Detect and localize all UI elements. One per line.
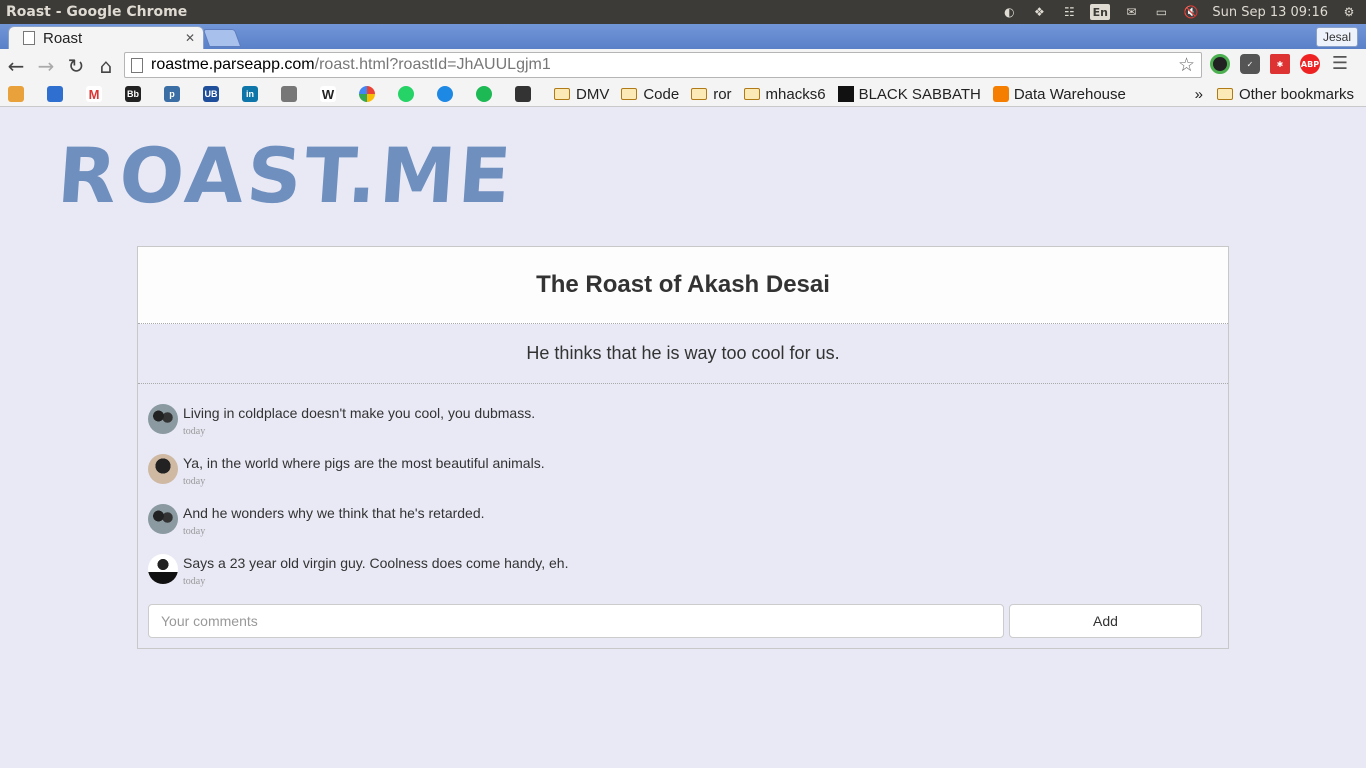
comment-time: today bbox=[183, 426, 206, 437]
roast-title: The Roast of Akash Desai bbox=[536, 271, 830, 298]
url-host: roastme.parseapp.com bbox=[151, 56, 315, 73]
add-comment-button[interactable]: Add bbox=[1009, 604, 1202, 638]
roast-header: The Roast of Akash Desai bbox=[138, 247, 1228, 324]
volume-muted-icon[interactable]: 🔇 bbox=[1182, 5, 1200, 19]
comment-text: Says a 23 year old virgin guy. Coolness … bbox=[183, 555, 569, 571]
bookmark-black-sabbath[interactable]: BLACK SABBATH bbox=[837, 86, 981, 103]
folder-icon bbox=[1216, 88, 1233, 100]
profile-button[interactable]: Jesal bbox=[1315, 27, 1358, 47]
battery-icon[interactable]: ▭ bbox=[1152, 5, 1170, 19]
comment-input[interactable] bbox=[148, 604, 1004, 638]
window-title: Roast - Google Chrome bbox=[6, 4, 188, 20]
adblock-extension-icon[interactable]: ABP bbox=[1300, 54, 1320, 74]
apps-bookmark-icon[interactable] bbox=[8, 86, 24, 102]
os-top-bar: Roast - Google Chrome ◐ ❖ ☷ En ✉ ▭ 🔇 Sun… bbox=[0, 0, 1366, 24]
wifi-icon[interactable]: ☷ bbox=[1060, 5, 1078, 19]
tab-label: Roast bbox=[43, 29, 83, 47]
black-sabbath-icon bbox=[837, 86, 854, 102]
tab-strip: Roast ✕ Jesal bbox=[0, 24, 1366, 49]
bookmark-folder-code[interactable]: Code bbox=[621, 86, 679, 103]
avatar bbox=[148, 504, 178, 534]
forward-button[interactable]: → bbox=[32, 52, 60, 80]
comment-item: Living in coldplace doesn't make you coo… bbox=[148, 404, 1218, 454]
back-button[interactable]: ← bbox=[2, 52, 30, 80]
blackboard-bookmark-icon[interactable]: Bb bbox=[125, 86, 141, 102]
dropbox-icon[interactable]: ❖ bbox=[1030, 5, 1048, 19]
bookmark-star-icon[interactable]: ☆ bbox=[1178, 54, 1195, 77]
comment-item: And he wonders why we think that he's re… bbox=[148, 504, 1218, 554]
whatsapp-bookmark-icon[interactable] bbox=[398, 86, 414, 102]
messenger-bookmark-icon[interactable] bbox=[437, 86, 453, 102]
comment-text: And he wonders why we think that he's re… bbox=[183, 505, 485, 521]
close-icon[interactable]: ✕ bbox=[185, 31, 195, 45]
blogger-icon bbox=[992, 86, 1009, 102]
mail-icon[interactable]: ✉ bbox=[1122, 5, 1140, 19]
folder-icon bbox=[621, 88, 638, 100]
extensions: ✓ ✱ ABP ☰ bbox=[1210, 54, 1350, 74]
clock[interactable]: Sun Sep 13 09:16 bbox=[1212, 5, 1328, 20]
menu-icon[interactable]: ☰ bbox=[1330, 54, 1350, 74]
new-tab-button[interactable] bbox=[202, 29, 242, 47]
tab-roast[interactable]: Roast ✕ bbox=[8, 26, 204, 49]
comment-form: Add bbox=[148, 604, 1202, 638]
lastpass-extension-icon[interactable]: ✱ bbox=[1270, 54, 1290, 74]
color-picker-extension-icon[interactable] bbox=[1210, 54, 1230, 74]
bookmark-folder-mhacks6[interactable]: mhacks6 bbox=[743, 86, 826, 103]
page-icon bbox=[23, 31, 35, 45]
other-bookmarks-folder[interactable]: Other bookmarks bbox=[1216, 86, 1354, 103]
folder-icon bbox=[743, 88, 760, 100]
page-content: ROAST.ME The Roast of Akash Desai He thi… bbox=[0, 108, 1366, 768]
bookmarks-bar: M Bb p UB in W DMV Code ror mhacks6 BLAC… bbox=[0, 82, 1366, 107]
linkedin-bookmark-icon[interactable]: in bbox=[242, 86, 258, 102]
roast-description: He thinks that he is way too cool for us… bbox=[138, 324, 1228, 384]
bookmark-data-warehouse[interactable]: Data Warehouse bbox=[992, 86, 1126, 103]
avatar bbox=[148, 404, 178, 434]
url-path: /roast.html?roastId=JhAUULgjm1 bbox=[314, 56, 551, 73]
comment-text: Living in coldplace doesn't make you coo… bbox=[183, 405, 536, 421]
gear-icon[interactable]: ⚙ bbox=[1340, 5, 1358, 19]
bookmark-folder-ror[interactable]: ror bbox=[691, 86, 732, 103]
more-bookmarks-chevron[interactable]: » bbox=[1195, 86, 1203, 103]
comment-time: today bbox=[183, 526, 206, 537]
wikipedia-bookmark-icon[interactable]: W bbox=[320, 86, 336, 102]
roast-card: The Roast of Akash Desai He thinks that … bbox=[137, 246, 1229, 649]
sync-icon[interactable]: ◐ bbox=[1000, 5, 1018, 19]
comment-item: Ya, in the world where pigs are the most… bbox=[148, 454, 1218, 504]
comment-text: Ya, in the world where pigs are the most… bbox=[183, 455, 545, 471]
avatar bbox=[148, 554, 178, 584]
home-button[interactable]: ⌂ bbox=[92, 52, 120, 80]
page-icon bbox=[131, 57, 143, 73]
comment-list: Living in coldplace doesn't make you coo… bbox=[138, 384, 1228, 604]
folder-icon bbox=[554, 88, 570, 100]
comment-time: today bbox=[183, 576, 206, 587]
keyboard-layout-indicator[interactable]: En bbox=[1090, 4, 1111, 20]
comment-time: today bbox=[183, 476, 206, 487]
site-logo[interactable]: ROAST.ME bbox=[55, 131, 517, 220]
ub-bookmark-icon[interactable]: UB bbox=[203, 86, 219, 102]
photos-bookmark-icon[interactable] bbox=[359, 86, 375, 102]
browser-toolbar: ← → ↻ ⌂ roastme.parseapp.com/roast.html?… bbox=[0, 49, 1366, 82]
bookmark-folder-dmv[interactable]: DMV bbox=[554, 86, 609, 103]
tool-bookmark-icon[interactable] bbox=[515, 86, 531, 102]
github-bookmark-icon[interactable] bbox=[281, 86, 297, 102]
spotify-bookmark-icon[interactable] bbox=[476, 86, 492, 102]
folder-icon bbox=[691, 88, 708, 100]
inbox-bookmark-icon[interactable] bbox=[47, 86, 63, 102]
comment-item: Says a 23 year old virgin guy. Coolness … bbox=[148, 554, 1218, 604]
gmail-bookmark-icon[interactable]: M bbox=[86, 86, 102, 102]
system-tray: ◐ ❖ ☷ En ✉ ▭ 🔇 Sun Sep 13 09:16 ⚙ bbox=[1000, 4, 1366, 20]
reload-button[interactable]: ↻ bbox=[62, 52, 90, 80]
piazza-bookmark-icon[interactable]: p bbox=[164, 86, 180, 102]
avatar bbox=[148, 454, 178, 484]
address-bar[interactable]: roastme.parseapp.com/roast.html?roastId=… bbox=[124, 52, 1202, 78]
pocket-extension-icon[interactable]: ✓ bbox=[1240, 54, 1260, 74]
